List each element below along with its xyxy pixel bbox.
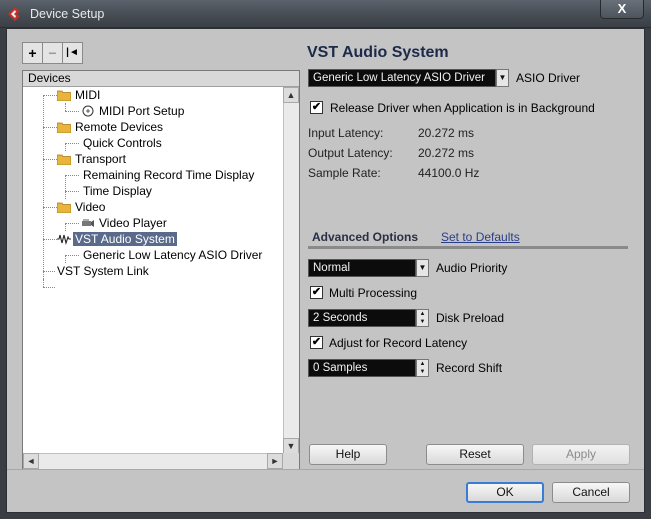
ok-button[interactable]: OK: [466, 482, 544, 503]
tree-item-vst-system-link[interactable]: VST System Link: [55, 263, 151, 279]
tree-item-video[interactable]: Video: [57, 199, 107, 215]
advanced-divider: [308, 246, 628, 249]
tree-item-midi[interactable]: MIDI: [57, 87, 102, 103]
tree-item-label: Quick Controls: [83, 136, 162, 150]
tree-header: Devices: [23, 71, 299, 87]
tree-item-label: MIDI Port Setup: [99, 104, 185, 118]
set-to-defaults-link[interactable]: Set to Defaults: [441, 230, 520, 244]
tree-item-remaining-record-time[interactable]: Remaining Record Time Display: [81, 167, 256, 183]
multi-processing-label: Multi Processing: [329, 286, 418, 300]
title-bar: Device Setup X: [0, 0, 651, 28]
tree-item-label: Time Display: [83, 184, 152, 198]
output-latency-value: 20.272 ms: [418, 146, 475, 160]
tree-item-vst-audio-system[interactable]: VST Audio System: [57, 231, 177, 247]
release-driver-label: Release Driver when Application is in Ba…: [330, 101, 595, 115]
input-latency-label: Input Latency:: [308, 126, 384, 140]
tree-item-remote-devices[interactable]: Remote Devices: [57, 119, 165, 135]
midi-port-icon: [82, 105, 94, 117]
tree-item-label: Video Player: [99, 216, 167, 230]
tree-item-label: Video: [75, 200, 106, 214]
sample-rate-value: 44100.0 Hz: [418, 166, 480, 180]
tree-vertical-scrollbar[interactable]: ▲ ▼: [283, 87, 299, 454]
folder-icon: [57, 154, 71, 165]
tree-item-quick-controls[interactable]: Quick Controls: [81, 135, 164, 151]
add-device-button[interactable]: +: [22, 42, 43, 64]
tree-item-video-player[interactable]: Video Player: [81, 215, 169, 231]
app-logo-icon: [8, 7, 20, 21]
help-button[interactable]: Help: [309, 444, 387, 465]
spin-arrows-icon[interactable]: ▲ ▼: [416, 309, 429, 327]
asio-driver-select[interactable]: Generic Low Latency ASIO Driver: [308, 69, 496, 87]
close-button[interactable]: X: [600, 0, 644, 19]
tree-item-label: Remote Devices: [75, 120, 164, 134]
footer-divider: [7, 469, 644, 470]
reset-button[interactable]: Reset: [426, 444, 524, 465]
tree-item-label: VST System Link: [57, 264, 149, 278]
scroll-corner: [283, 453, 299, 469]
tree-item-label: MIDI: [75, 88, 101, 102]
tab-advanced-options[interactable]: Advanced Options: [312, 230, 418, 244]
chevron-down-icon[interactable]: ▼: [496, 69, 509, 87]
tree-item-label: Transport: [75, 152, 126, 166]
audio-priority-label: Audio Priority: [436, 261, 508, 275]
spin-arrows-icon[interactable]: ▲ ▼: [416, 359, 429, 377]
video-icon: [82, 219, 94, 227]
record-shift-label: Record Shift: [436, 361, 503, 375]
reset-device-button[interactable]: |◄: [62, 42, 83, 64]
disk-preload-stepper[interactable]: 2 Seconds: [308, 309, 416, 327]
device-tree: Devices MIDI MIDI Port Setup Remote Devi…: [22, 70, 300, 470]
apply-button[interactable]: Apply: [532, 444, 630, 465]
sample-rate-label: Sample Rate:: [308, 166, 381, 180]
scroll-up-icon[interactable]: ▲: [283, 87, 299, 103]
output-latency-label: Output Latency:: [308, 146, 393, 160]
adjust-record-latency-checkbox[interactable]: ✔: [310, 336, 323, 349]
tree-item-transport[interactable]: Transport: [57, 151, 128, 167]
tree-item-time-display[interactable]: Time Display: [81, 183, 154, 199]
audio-wave-icon: [57, 234, 71, 245]
page-title: VST Audio System: [307, 44, 449, 61]
release-driver-checkbox[interactable]: ✔: [310, 101, 323, 114]
record-shift-stepper[interactable]: 0 Samples: [308, 359, 416, 377]
input-latency-value: 20.272 ms: [418, 126, 475, 140]
tree-item-label: VST Audio System: [73, 232, 177, 246]
folder-icon: [57, 90, 71, 101]
scroll-left-icon[interactable]: ◄: [23, 453, 39, 469]
scroll-down-icon[interactable]: ▼: [283, 438, 299, 454]
scroll-right-icon[interactable]: ►: [267, 453, 283, 469]
audio-priority-select[interactable]: Normal: [308, 259, 416, 277]
window-title: Device Setup: [30, 7, 105, 21]
folder-icon: [57, 122, 71, 133]
cancel-button[interactable]: Cancel: [552, 482, 630, 503]
tree-toolbar: + − |◄: [22, 42, 87, 66]
adjust-record-latency-label: Adjust for Record Latency: [329, 336, 468, 350]
multi-processing-checkbox[interactable]: ✔: [310, 286, 323, 299]
dialog-client: + − |◄ Devices MIDI MIDI Port Setup Remo…: [6, 28, 645, 513]
tree-item-label: Generic Low Latency ASIO Driver: [83, 248, 263, 262]
tree-horizontal-scrollbar[interactable]: ◄ ►: [23, 453, 283, 469]
chevron-down-icon[interactable]: ▼: [416, 259, 429, 277]
asio-driver-label: ASIO Driver: [516, 71, 581, 85]
folder-icon: [57, 202, 71, 213]
tree-item-generic-asio-driver[interactable]: Generic Low Latency ASIO Driver: [81, 247, 264, 263]
disk-preload-label: Disk Preload: [436, 311, 505, 325]
tree-item-label: Remaining Record Time Display: [83, 168, 255, 182]
tree-item-midi-port-setup[interactable]: MIDI Port Setup: [81, 103, 186, 119]
tree-body: MIDI MIDI Port Setup Remote Devices Quic…: [23, 87, 283, 454]
remove-device-button[interactable]: −: [42, 42, 63, 64]
